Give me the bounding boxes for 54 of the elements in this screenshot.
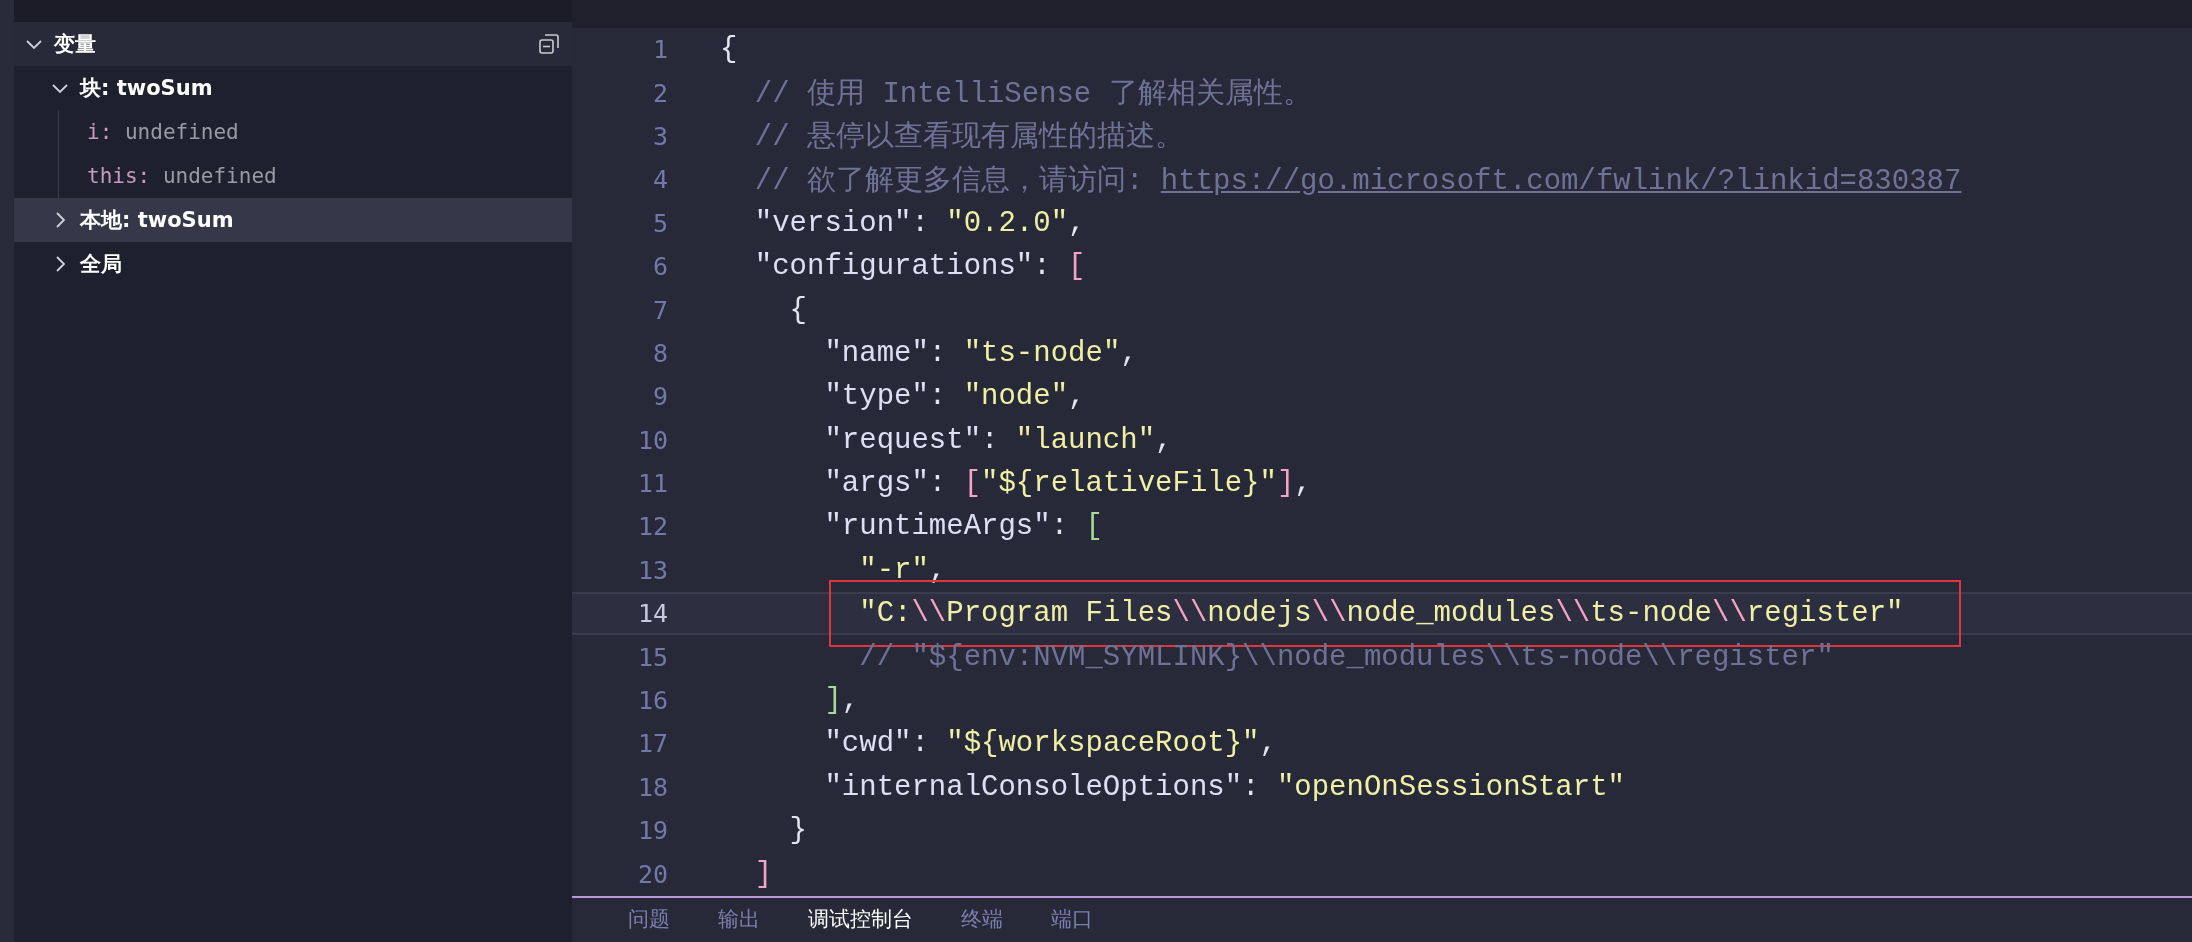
panel-tab[interactable]: 问题 <box>604 904 694 934</box>
code-line: ] <box>753 857 773 891</box>
scope-label: 本地: twoSum <box>80 207 234 234</box>
line-number: 6 <box>651 252 668 282</box>
panel-title: 变量 <box>54 31 97 58</box>
code-line: "C:\\Program Files\\nodejs\\node_modules\\ts-node\\register" <box>858 597 1904 631</box>
code-line: "type": "node", <box>823 380 1086 414</box>
code-line: // 使用 IntelliSense 了解相关属性。 <box>753 77 1312 114</box>
code-line: "name": "ts-node", <box>823 336 1138 370</box>
line-number: 9 <box>651 382 668 412</box>
line-number: 14 <box>636 599 668 629</box>
code-line: "version": "0.2.0", <box>753 206 1086 240</box>
line-number: 4 <box>651 165 668 195</box>
line-number: 8 <box>651 338 668 368</box>
panel-tab[interactable]: 终端 <box>937 904 1027 934</box>
line-number: 18 <box>636 772 668 802</box>
scope-row[interactable]: 本地: twoSum <box>14 198 572 242</box>
panel-tab[interactable]: 端口 <box>1027 904 1117 934</box>
line-number: 3 <box>651 121 668 151</box>
code-line: } <box>788 814 807 848</box>
code-line: "request": "launch", <box>823 423 1173 457</box>
code-line: "args": ["${relativeFile}"], <box>823 467 1312 501</box>
line-number: 1 <box>651 35 668 65</box>
code-line: // "${env:NVM_SYMLINK}\\node_modules\\ts-node\\register" <box>858 640 1834 674</box>
collapse-all-icon[interactable] <box>538 33 560 55</box>
code-line: ], <box>823 684 860 718</box>
line-number: 16 <box>636 686 668 716</box>
line-number: 12 <box>636 512 668 542</box>
code-line: "runtimeArgs": [ <box>823 510 1103 544</box>
scope-row[interactable]: 块: twoSum <box>14 66 572 110</box>
code-line: "cwd": "${workspaceRoot}", <box>823 727 1277 761</box>
line-number: 17 <box>636 729 668 759</box>
line-number: 20 <box>636 859 668 889</box>
variable-entry[interactable]: i: undefined <box>87 120 239 144</box>
code-line: { <box>720 33 738 67</box>
scope-row[interactable]: 全局 <box>14 242 572 286</box>
line-number: 13 <box>636 555 668 585</box>
code-line: "internalConsoleOptions": "openOnSessionStart" <box>823 770 1625 804</box>
line-number: 7 <box>651 295 668 325</box>
line-number: 15 <box>636 642 668 672</box>
code-line: "configurations": [ <box>753 250 1086 284</box>
scope-label: 全局 <box>80 251 122 278</box>
scope-label: 块: twoSum <box>80 75 213 102</box>
variable-entry[interactable]: this: undefined <box>87 164 277 188</box>
code-line: { <box>788 293 807 327</box>
line-number: 19 <box>636 816 668 846</box>
panel-tab[interactable]: 输出 <box>694 904 784 934</box>
code-line: // 悬停以查看现有属性的描述。 <box>753 120 1184 157</box>
line-number: 2 <box>651 78 668 108</box>
code-line: // 欲了解更多信息，请访问: https://go.microsoft.com/fwlink/?linkid=830387 <box>753 163 1962 200</box>
line-number: 11 <box>636 469 668 499</box>
line-number: 5 <box>651 208 668 238</box>
line-number: 10 <box>636 425 668 455</box>
panel-tab[interactable]: 调试控制台 <box>784 904 937 934</box>
